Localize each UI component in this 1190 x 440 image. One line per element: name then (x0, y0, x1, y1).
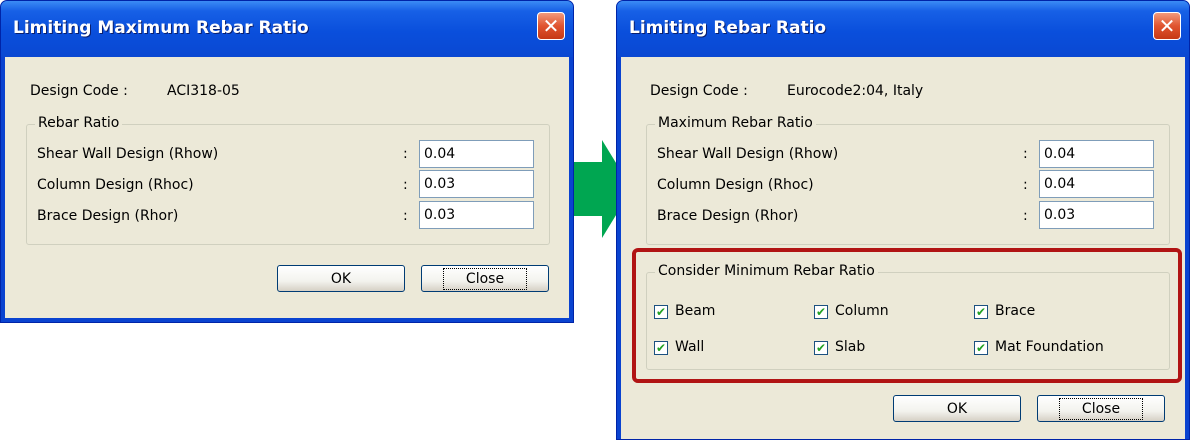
shear-wall-colon: : (1023, 146, 1028, 162)
brace-checkbox[interactable]: ✔ (974, 305, 988, 319)
close-button[interactable]: Close (421, 265, 549, 292)
mat-foundation-checkbox-label[interactable]: Mat Foundation (995, 339, 1104, 355)
checkmark-icon: ✔ (975, 341, 987, 355)
brace-label: Brace Design (Rhor) (37, 208, 179, 224)
slab-checkbox[interactable]: ✔ (814, 341, 828, 355)
ok-button[interactable]: OK (277, 265, 405, 292)
column-rhoc-input[interactable] (419, 170, 534, 198)
column-checkbox[interactable]: ✔ (814, 305, 828, 319)
checkmark-icon: ✔ (655, 305, 667, 319)
column-label: Column Design (Rhoc) (657, 177, 814, 193)
left-dialog-body: Design Code : ACI318-05 Rebar Ratio Shea… (5, 57, 569, 318)
column-label: Column Design (Rhoc) (37, 177, 194, 193)
ok-button-label: OK (330, 270, 352, 287)
column-checkbox-label[interactable]: Column (835, 303, 889, 319)
mat-foundation-checkbox[interactable]: ✔ (974, 341, 988, 355)
column-colon: : (1023, 177, 1028, 193)
wall-checkbox-label[interactable]: Wall (675, 339, 704, 355)
maximum-rebar-ratio-group-title: Maximum Rebar Ratio (655, 115, 816, 131)
shear-wall-rhow-input[interactable] (1039, 140, 1154, 168)
slab-checkbox-label[interactable]: Slab (835, 339, 865, 355)
close-icon: ✕ (542, 14, 560, 38)
design-code-label: Design Code : (650, 83, 748, 99)
design-code-value: Eurocode2:04, Italy (787, 83, 924, 99)
beam-checkbox-label[interactable]: Beam (675, 303, 715, 319)
brace-rhor-input[interactable] (419, 201, 534, 229)
close-button-label: Close (1058, 397, 1144, 420)
rebar-ratio-group-title: Rebar Ratio (35, 115, 123, 131)
design-code-value: ACI318-05 (167, 83, 240, 99)
shear-wall-rhow-input[interactable] (419, 140, 534, 168)
checkmark-icon: ✔ (815, 341, 827, 355)
right-dialog: Limiting Rebar Ratio ✕ Design Code : Eur… (616, 0, 1190, 440)
close-icon: ✕ (1158, 14, 1176, 38)
close-button[interactable]: Close (1037, 395, 1165, 422)
right-titlebar[interactable]: Limiting Rebar Ratio ✕ (617, 1, 1189, 57)
left-dialog: Limiting Maximum Rebar Ratio ✕ Design Co… (0, 0, 574, 323)
left-dialog-title: Limiting Maximum Rebar Ratio (13, 18, 309, 38)
right-close-window-button[interactable]: ✕ (1153, 12, 1181, 40)
maximum-rebar-ratio-group: Maximum Rebar Ratio Shear Wall Design (R… (646, 115, 1170, 245)
brace-colon: : (403, 208, 408, 224)
design-code-label: Design Code : (30, 83, 128, 99)
shear-wall-label: Shear Wall Design (Rhow) (37, 146, 219, 162)
brace-colon: : (1023, 208, 1028, 224)
beam-checkbox[interactable]: ✔ (654, 305, 668, 319)
rebar-ratio-group: Rebar Ratio Shear Wall Design (Rhow) : C… (26, 115, 550, 245)
column-rhoc-input[interactable] (1039, 170, 1154, 198)
brace-checkbox-label[interactable]: Brace (995, 303, 1035, 319)
minimum-rebar-ratio-group: Consider Minimum Rebar Ratio ✔ Beam ✔ Co… (646, 263, 1170, 370)
checkmark-icon: ✔ (815, 305, 827, 319)
checkmark-icon: ✔ (655, 341, 667, 355)
left-titlebar[interactable]: Limiting Maximum Rebar Ratio ✕ (1, 1, 573, 57)
column-colon: : (403, 177, 408, 193)
ok-button-label: OK (946, 400, 968, 417)
right-dialog-title: Limiting Rebar Ratio (629, 18, 827, 38)
checkmark-icon: ✔ (975, 305, 987, 319)
brace-rhor-input[interactable] (1039, 201, 1154, 229)
minimum-rebar-ratio-group-title: Consider Minimum Rebar Ratio (655, 263, 878, 279)
shear-wall-colon: : (403, 146, 408, 162)
left-close-window-button[interactable]: ✕ (537, 12, 565, 40)
brace-label: Brace Design (Rhor) (657, 208, 799, 224)
close-button-label: Close (442, 267, 528, 290)
wall-checkbox[interactable]: ✔ (654, 341, 668, 355)
shear-wall-label: Shear Wall Design (Rhow) (657, 146, 839, 162)
ok-button[interactable]: OK (893, 395, 1021, 422)
right-dialog-body: Design Code : Eurocode2:04, Italy Maximu… (621, 57, 1185, 439)
